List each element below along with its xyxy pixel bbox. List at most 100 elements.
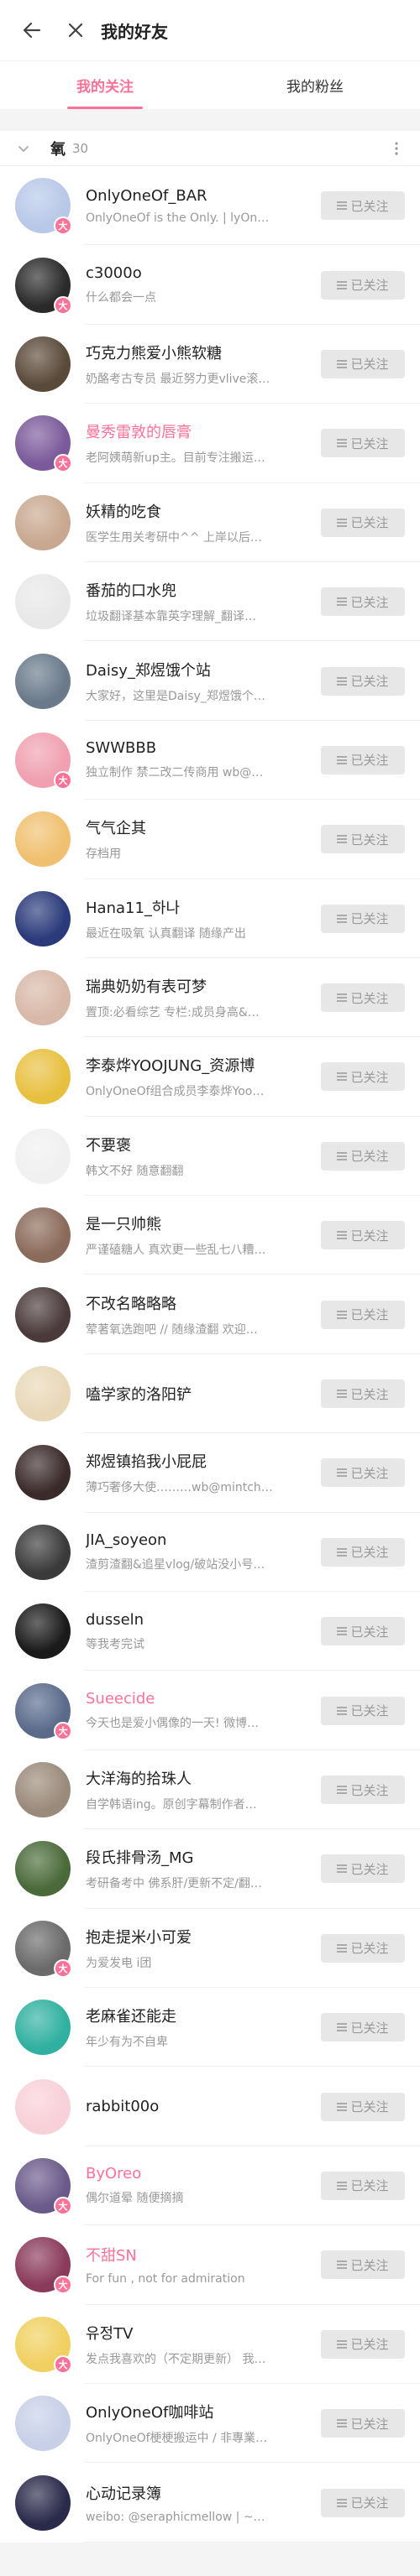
user-name[interactable]: 心动记录簿 bbox=[86, 2482, 309, 2504]
user-name[interactable]: Daisy_郑煜饿个站 bbox=[86, 659, 309, 681]
list-item[interactable]: Daisy_郑煜饿个站 大家好，这里是Daisy_郑煜饿个… 已关注 bbox=[0, 641, 420, 722]
followed-button[interactable]: 已关注 bbox=[321, 2013, 405, 2042]
list-item[interactable]: 李泰烨YOOJUNG_资源博 OnlyOneOf组合成员李泰烨Yoo… 已关注 bbox=[0, 1037, 420, 1118]
followed-button[interactable]: 已关注 bbox=[321, 508, 405, 537]
followed-button[interactable]: 已关注 bbox=[321, 270, 405, 300]
avatar[interactable] bbox=[15, 1762, 71, 1817]
followed-button[interactable]: 已关注 bbox=[321, 349, 405, 378]
followed-button[interactable]: 已关注 bbox=[321, 2409, 405, 2438]
followed-button[interactable]: 已关注 bbox=[321, 1141, 405, 1171]
list-item[interactable]: 番茄的口水兜 垃圾翻译基本靠英字理解_翻译… 已关注 bbox=[0, 562, 420, 642]
list-item[interactable]: OnlyOneOf咖啡站 OnlyOneOf梗梗搬运中 / 非專業… 已关注 bbox=[0, 2384, 420, 2464]
avatar[interactable] bbox=[15, 653, 71, 709]
avatar[interactable]: 大 bbox=[15, 1682, 72, 1740]
avatar[interactable] bbox=[15, 1603, 71, 1660]
user-name[interactable]: 曼秀雷敦的唇膏 bbox=[86, 420, 309, 442]
user-name[interactable]: dusseln bbox=[86, 1611, 309, 1629]
avatar[interactable] bbox=[15, 2078, 71, 2135]
tab-following[interactable]: 我的关注 bbox=[0, 61, 210, 109]
avatar[interactable] bbox=[15, 811, 71, 868]
avatar[interactable] bbox=[15, 1049, 71, 1105]
followed-button[interactable]: 已关注 bbox=[321, 2329, 405, 2359]
user-name[interactable]: SWWBBB bbox=[86, 739, 309, 757]
list-item[interactable]: 气气企其 存档用 已关注 bbox=[0, 800, 420, 879]
close-button[interactable] bbox=[59, 13, 92, 47]
list-item[interactable]: 大 SWWBBB 独立制作 禁二改二传商用 wb@… 已关注 bbox=[0, 721, 420, 800]
followed-button[interactable]: 已关注 bbox=[321, 983, 405, 1013]
list-item[interactable]: Hana11_하나 最近在吸氧 认真翻译 随缘产出 已关注 bbox=[0, 879, 420, 959]
followed-button[interactable]: 已关注 bbox=[321, 1300, 405, 1329]
user-name[interactable]: 郑煜镇掐我小屁屁 bbox=[86, 1450, 309, 1472]
avatar[interactable] bbox=[15, 970, 71, 1026]
avatar[interactable] bbox=[15, 1207, 71, 1264]
list-item[interactable]: 郑煜镇掐我小屁屁 薄巧奢侈大使………wb@mintch… 已关注 bbox=[0, 1433, 420, 1514]
user-name[interactable]: 气气企其 bbox=[86, 816, 309, 838]
followed-button[interactable]: 已关注 bbox=[321, 745, 405, 774]
followed-button[interactable]: 已关注 bbox=[321, 1696, 405, 1725]
user-name[interactable]: 是一只帅熊 bbox=[86, 1212, 309, 1234]
user-name[interactable]: 番茄的口水兜 bbox=[86, 579, 309, 601]
user-name[interactable]: 抱走提米小可爱 bbox=[86, 1926, 309, 1948]
list-item[interactable]: 不改名略略略 荤著氧选跑吧 // 随缘渣翻 欢迎… 已关注 bbox=[0, 1275, 420, 1355]
avatar[interactable]: 大 bbox=[15, 2316, 72, 2374]
avatar[interactable] bbox=[15, 494, 71, 550]
avatar[interactable] bbox=[15, 336, 71, 392]
followed-button[interactable]: 已关注 bbox=[321, 1458, 405, 1488]
avatar[interactable] bbox=[15, 1841, 71, 1897]
followed-button[interactable]: 已关注 bbox=[321, 429, 405, 458]
followed-button[interactable]: 已关注 bbox=[321, 1062, 405, 1092]
list-item[interactable]: 是一只帅熊 严谨磕糖人 真欢更一些乱七八糟… 已关注 bbox=[0, 1196, 420, 1275]
avatar[interactable] bbox=[15, 2474, 71, 2531]
list-item[interactable]: 不要褒 韩文不好 随意翻翻 已关注 bbox=[0, 1117, 420, 1197]
followed-button[interactable]: 已关注 bbox=[321, 2092, 405, 2121]
followed-button[interactable]: 已关注 bbox=[321, 1221, 405, 1250]
user-name[interactable]: 大洋海的拾珠人 bbox=[86, 1767, 309, 1789]
list-item[interactable]: 大不甜SN For fun , not for admiration 已关注 bbox=[0, 2225, 420, 2305]
avatar[interactable]: 大 bbox=[15, 732, 72, 790]
avatar[interactable] bbox=[15, 890, 71, 946]
avatar[interactable] bbox=[15, 574, 71, 630]
avatar[interactable]: 大 bbox=[15, 2157, 72, 2215]
list-item[interactable]: 老麻雀还能走 年少有为不自卑 已关注 bbox=[0, 1988, 420, 2068]
list-item[interactable]: 大 OnlyOneOf_BAR OnlyOneOf is the Only. | l… bbox=[0, 166, 420, 246]
avatar[interactable] bbox=[15, 1445, 71, 1501]
followed-button[interactable]: 已关注 bbox=[321, 666, 405, 696]
user-name[interactable]: 유정TV bbox=[86, 2322, 309, 2344]
followed-button[interactable]: 已关注 bbox=[321, 1854, 405, 1884]
list-item[interactable]: JIA_soyeon 渣剪渣翻&追星vlog/破站没小号… 已关注 bbox=[0, 1513, 420, 1593]
list-item[interactable]: 巧克力熊爱小熊软糖 奶酪考古专员 最近努力更vlive滚… 已关注 bbox=[0, 325, 420, 404]
user-name[interactable]: 老麻雀还能走 bbox=[86, 2005, 309, 2026]
list-item[interactable]: 大洋海的拾珠人 自学韩语ing。原创字幕制作者… 已关注 bbox=[0, 1750, 420, 1830]
avatar[interactable]: 大 bbox=[15, 257, 72, 315]
followed-button[interactable]: 已关注 bbox=[321, 191, 405, 221]
followed-button[interactable]: 已关注 bbox=[321, 587, 405, 617]
user-name[interactable]: c3000o bbox=[86, 264, 309, 282]
user-name[interactable]: rabbit00o bbox=[86, 2098, 309, 2115]
user-name[interactable]: OnlyOneOf_BAR bbox=[86, 187, 309, 205]
followed-button[interactable]: 已关注 bbox=[321, 2488, 405, 2517]
user-name[interactable]: 不甜SN bbox=[86, 2244, 309, 2266]
list-item[interactable]: 心动记录簿 weibo: @seraphicmellow | ~… 已关注 bbox=[0, 2463, 420, 2543]
avatar[interactable]: 大 bbox=[15, 415, 72, 473]
list-item[interactable]: 大抱走提米小可爱 为爱发电 i团 已关注 bbox=[0, 1909, 420, 1989]
followed-button[interactable]: 已关注 bbox=[321, 1537, 405, 1567]
avatar[interactable] bbox=[15, 1128, 71, 1184]
list-item[interactable]: dusseln 等我考完试 已关注 bbox=[0, 1592, 420, 1671]
list-item[interactable]: 嗑学家的洛阳铲 已关注 bbox=[0, 1354, 420, 1434]
user-name[interactable]: 妖精的吃食 bbox=[86, 500, 309, 522]
followed-button[interactable]: 已关注 bbox=[321, 1933, 405, 1963]
user-name[interactable]: Sueecide bbox=[86, 1690, 309, 1708]
user-name[interactable]: 瑞典奶奶有表可梦 bbox=[86, 975, 309, 997]
user-name[interactable]: 嗑学家的洛阳铲 bbox=[86, 1383, 309, 1405]
tab-fans[interactable]: 我的粉丝 bbox=[210, 61, 420, 109]
user-name[interactable]: 李泰烨YOOJUNG_资源博 bbox=[86, 1054, 309, 1076]
user-name[interactable]: ByOreo bbox=[86, 2165, 309, 2182]
user-name[interactable]: JIA_soyeon bbox=[86, 1531, 309, 1549]
followed-button[interactable]: 已关注 bbox=[321, 1776, 405, 1804]
user-name[interactable]: 不改名略略略 bbox=[86, 1292, 309, 1314]
list-item[interactable]: 大 ByOreo 偶尔道晕 随便摘摘 已关注 bbox=[0, 2146, 420, 2226]
chevron-down-icon[interactable] bbox=[15, 140, 32, 157]
list-item[interactable]: 大 c3000o 什么都会一点 已关注 bbox=[0, 245, 420, 326]
user-name[interactable]: 不要褒 bbox=[86, 1134, 309, 1155]
avatar[interactable]: 大 bbox=[15, 1920, 72, 1978]
